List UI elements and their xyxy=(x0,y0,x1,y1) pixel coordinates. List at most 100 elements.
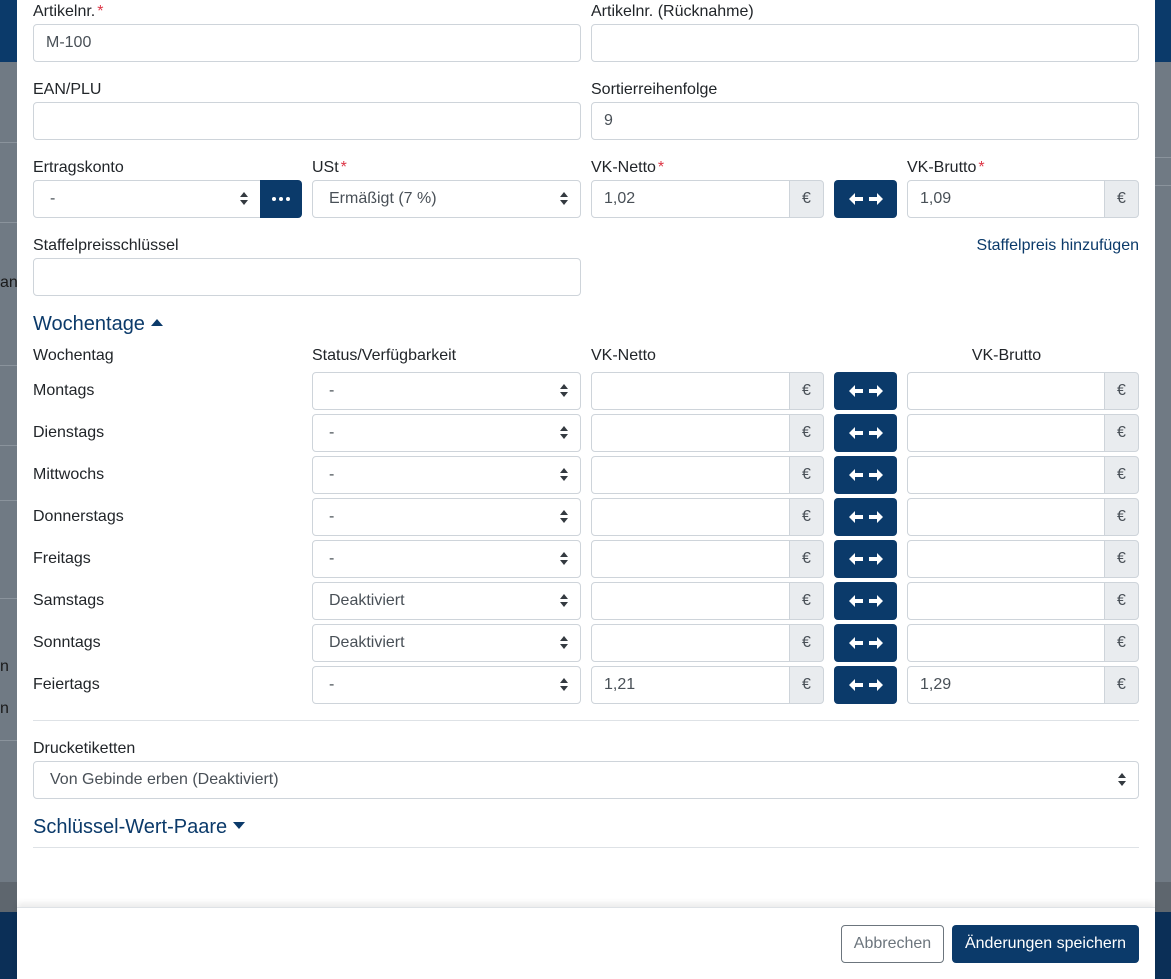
weekday-gross-input[interactable] xyxy=(907,456,1106,494)
add-tier-price-link[interactable]: Staffelpreis hinzufügen xyxy=(977,235,1139,257)
weekday-convert-button[interactable] xyxy=(834,624,897,662)
article-number-input[interactable]: M-100 xyxy=(33,24,581,62)
weekday-gross-currency: € xyxy=(1104,666,1139,704)
arrow-left-icon xyxy=(848,594,864,608)
arrow-right-icon xyxy=(868,594,884,608)
weekday-gross-currency: € xyxy=(1104,414,1139,452)
key-value-pairs-toggle[interactable]: Schlüssel-Wert-Paare xyxy=(33,815,246,839)
select-caret-icon xyxy=(560,510,568,524)
arrow-right-icon xyxy=(868,678,884,692)
weekday-status-value: Deaktiviert xyxy=(329,634,405,651)
arrow-right-icon xyxy=(868,384,884,398)
sort-order-input[interactable]: 9 xyxy=(591,102,1139,140)
cancel-button[interactable]: Abbrechen xyxy=(841,925,944,963)
weekday-status-select[interactable]: - xyxy=(312,414,581,452)
select-caret-icon xyxy=(240,192,248,206)
print-labels-value: Von Gebinde erben (Deaktiviert) xyxy=(50,771,279,788)
ean-plu-input[interactable] xyxy=(33,102,581,140)
arrow-right-icon xyxy=(868,636,884,650)
arrow-left-icon xyxy=(848,510,864,524)
weekday-convert-button[interactable] xyxy=(834,540,897,578)
print-labels-select[interactable]: Von Gebinde erben (Deaktiviert) xyxy=(33,761,1139,799)
weekday-convert-button[interactable] xyxy=(834,666,897,704)
weekday-status-value: Deaktiviert xyxy=(329,592,405,609)
sort-order-label: Sortierreihenfolge xyxy=(591,81,718,98)
weekday-gross-currency: € xyxy=(1104,498,1139,536)
weekday-net-currency: € xyxy=(789,498,824,536)
weekday-convert-button[interactable] xyxy=(834,582,897,620)
net-price-input[interactable]: 1,02 xyxy=(591,180,790,218)
revenue-account-select[interactable]: - xyxy=(33,180,261,218)
weekday-status-value: - xyxy=(329,550,335,567)
weekday-net-input[interactable]: 1,21 xyxy=(591,666,790,704)
weekday-label: Montags xyxy=(33,382,95,399)
select-caret-icon xyxy=(560,552,568,566)
caret-up-icon xyxy=(150,319,163,327)
save-changes-button[interactable]: Änderungen speichern xyxy=(952,925,1139,963)
weekday-net-currency: € xyxy=(789,624,824,662)
weekday-label: Freitags xyxy=(33,550,91,567)
weekday-net-input[interactable] xyxy=(591,498,790,536)
weekday-net-input[interactable] xyxy=(591,456,790,494)
weekday-net-input[interactable] xyxy=(591,540,790,578)
weekday-gross-input[interactable] xyxy=(907,498,1106,536)
weekday-convert-button[interactable] xyxy=(834,372,897,410)
weekday-gross-currency: € xyxy=(1104,624,1139,662)
weekday-status-select[interactable]: - xyxy=(312,372,581,410)
weekday-gross-input[interactable]: 1,29 xyxy=(907,666,1106,704)
vat-value: Ermäßigt (7 %) xyxy=(329,190,437,207)
more-dots-icon xyxy=(272,197,290,201)
net-column-header: VK-Netto xyxy=(591,347,656,364)
article-number-return-label: Artikelnr. (Rücknahme) xyxy=(591,3,754,20)
revenue-account-more-button[interactable] xyxy=(260,180,302,218)
arrow-right-icon xyxy=(868,192,884,206)
weekday-net-input[interactable] xyxy=(591,414,790,452)
arrow-right-icon xyxy=(868,552,884,566)
arrow-left-icon xyxy=(848,552,864,566)
select-caret-icon xyxy=(560,468,568,482)
select-caret-icon xyxy=(560,594,568,608)
convert-price-button[interactable] xyxy=(834,180,897,218)
gross-price-currency: € xyxy=(1104,180,1139,218)
weekday-gross-currency: € xyxy=(1104,456,1139,494)
weekday-gross-currency: € xyxy=(1104,540,1139,578)
vat-select[interactable]: Ermäßigt (7 %) xyxy=(312,180,581,218)
caret-down-icon xyxy=(233,822,246,830)
arrow-left-icon xyxy=(848,192,864,206)
weekday-convert-button[interactable] xyxy=(834,456,897,494)
weekdays-section-toggle[interactable]: Wochentage xyxy=(33,312,163,336)
weekday-status-select[interactable]: - xyxy=(312,666,581,704)
arrow-left-icon xyxy=(848,636,864,650)
ean-plu-label: EAN/PLU xyxy=(33,81,102,98)
weekday-status-select[interactable]: - xyxy=(312,498,581,536)
weekday-gross-input[interactable] xyxy=(907,582,1106,620)
background-text-fragment: an xyxy=(0,274,18,291)
weekday-convert-button[interactable] xyxy=(834,414,897,452)
revenue-account-value: - xyxy=(50,190,56,207)
article-number-return-input[interactable] xyxy=(591,24,1139,62)
weekday-gross-currency: € xyxy=(1104,372,1139,410)
weekday-gross-input[interactable] xyxy=(907,540,1106,578)
background-text-fragment: n xyxy=(0,700,9,717)
tier-price-key-label: Staffelpreisschlüssel xyxy=(33,237,179,254)
weekday-status-select[interactable]: - xyxy=(312,456,581,494)
weekday-gross-input[interactable] xyxy=(907,624,1106,662)
weekday-status-select[interactable]: Deaktiviert xyxy=(312,582,581,620)
weekday-label: Samstags xyxy=(33,592,105,609)
weekday-net-input[interactable] xyxy=(591,582,790,620)
weekday-status-select[interactable]: Deaktiviert xyxy=(312,624,581,662)
weekday-net-input[interactable] xyxy=(591,372,790,410)
weekday-net-currency: € xyxy=(789,456,824,494)
weekday-status-select[interactable]: - xyxy=(312,540,581,578)
gross-price-input[interactable]: 1,09 xyxy=(907,180,1106,218)
weekday-gross-currency: € xyxy=(1104,582,1139,620)
tier-price-key-input[interactable] xyxy=(33,258,581,296)
weekday-convert-button[interactable] xyxy=(834,498,897,536)
select-caret-icon xyxy=(560,678,568,692)
key-value-pairs-title: Schlüssel-Wert-Paare xyxy=(33,816,228,838)
arrow-left-icon xyxy=(848,384,864,398)
weekday-net-input[interactable] xyxy=(591,624,790,662)
weekday-gross-input[interactable] xyxy=(907,372,1106,410)
weekday-gross-input[interactable] xyxy=(907,414,1106,452)
weekday-label: Donnerstags xyxy=(33,508,124,525)
